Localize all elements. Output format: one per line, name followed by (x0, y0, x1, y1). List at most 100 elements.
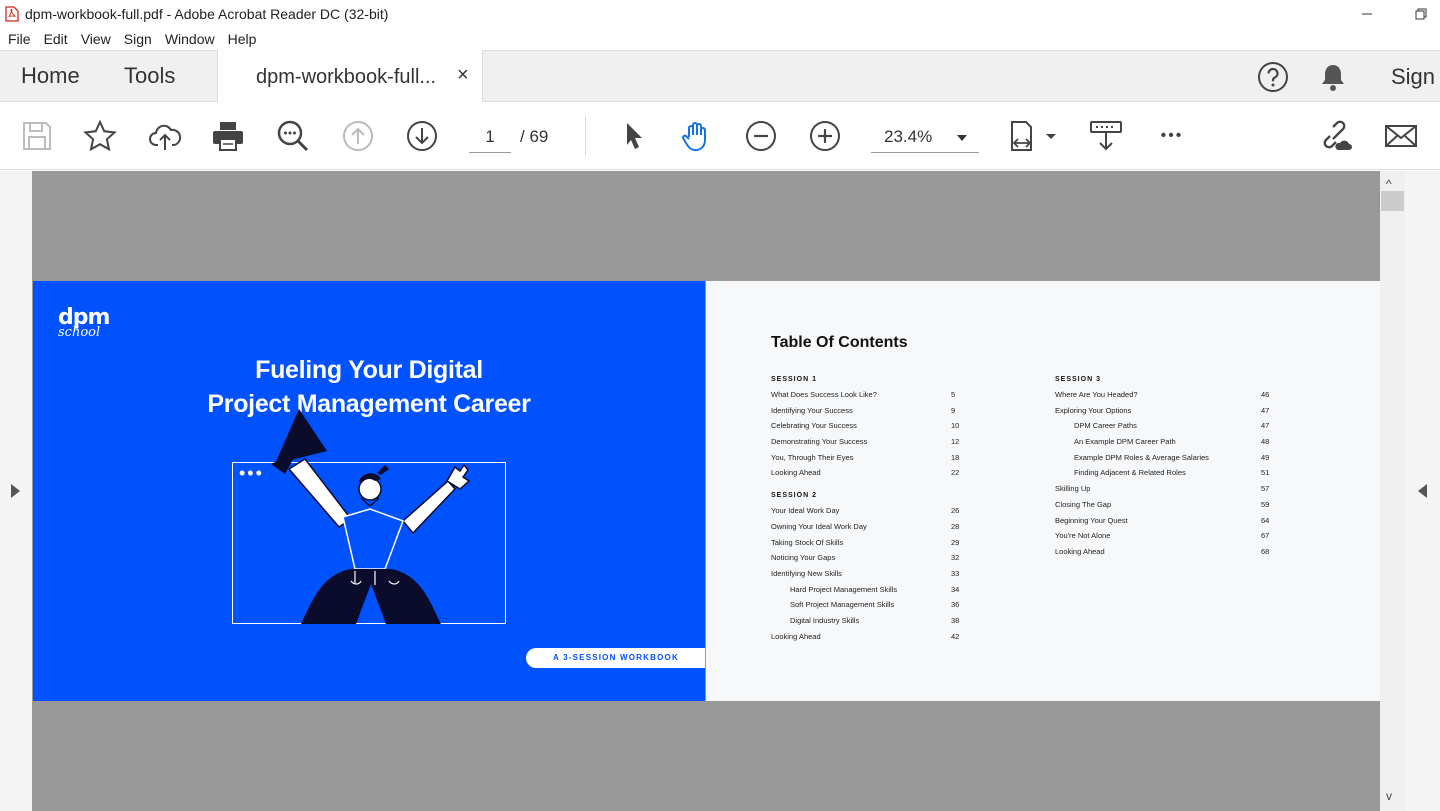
toc-entry-page: 29 (951, 537, 960, 547)
right-pane-toggle[interactable] (1405, 171, 1440, 811)
toc-entry[interactable]: Identifying Your Success 9 (771, 406, 971, 422)
toc-entry[interactable]: Celebrating Your Success 10 (771, 421, 971, 437)
tab-home[interactable]: Home (21, 63, 80, 89)
menu-sign[interactable]: Sign (124, 31, 152, 47)
sign-in-link[interactable]: Sign (1391, 64, 1435, 90)
menu-bar: File Edit View Sign Window Help (0, 28, 1440, 50)
arrow-down-icon (407, 121, 437, 151)
toc-entry[interactable]: Owning Your Ideal Work Day 28 (771, 522, 971, 538)
menu-help[interactable]: Help (228, 31, 257, 47)
restore-button[interactable] (1398, 0, 1440, 28)
toc-entry-title: Where Are You Headed? (1055, 390, 1138, 399)
page-number-input[interactable]: 1 (469, 125, 511, 153)
menu-view[interactable]: View (81, 31, 111, 47)
minimize-button[interactable] (1344, 0, 1390, 28)
menu-window[interactable]: Window (165, 31, 215, 47)
save-button[interactable] (19, 118, 55, 154)
toc-entry[interactable]: Closing The Gap 59 (1055, 500, 1285, 516)
upload-button[interactable] (147, 118, 183, 154)
scrollbar-thumb[interactable] (1381, 191, 1404, 211)
toc-entry[interactable]: Example DPM Roles & Average Salaries 49 (1055, 453, 1285, 469)
toc-entry[interactable]: Hard Project Management Skills 34 (771, 585, 971, 601)
vertical-scrollbar[interactable]: ^ v (1380, 171, 1405, 811)
toc-entry[interactable]: Where Are You Headed? 46 (1055, 390, 1285, 406)
bookmark-button[interactable] (82, 118, 118, 154)
minimize-icon (1362, 13, 1372, 15)
toc-entry[interactable]: You, Through Their Eyes 18 (771, 453, 971, 469)
toc-entry[interactable]: Digital Industry Skills 38 (771, 616, 971, 632)
zoom-select[interactable]: 23.4% (871, 125, 979, 153)
zoom-in-button[interactable] (807, 118, 843, 154)
pdf-file-icon (5, 6, 19, 22)
toc-entry-page: 42 (951, 631, 960, 641)
menu-file[interactable]: File (8, 31, 31, 47)
scroll-up-button[interactable]: ^ (1386, 177, 1392, 191)
toc-entry[interactable]: Beginning Your Quest 64 (1055, 516, 1285, 532)
toc-entry[interactable]: What Does Success Look Like? 5 (771, 390, 971, 406)
toc-entry-page: 46 (1261, 390, 1270, 399)
chevron-down-icon (957, 135, 967, 141)
toc-entry[interactable]: Skilling Up 57 (1055, 484, 1285, 500)
toc-entry-title: Looking Ahead (1055, 546, 1105, 556)
tab-tools[interactable]: Tools (124, 63, 175, 89)
previous-page-button[interactable] (340, 118, 376, 154)
toc-entry[interactable]: An Example DPM Career Path 48 (1055, 437, 1285, 453)
tab-bar: Home Tools dpm-workbook-full... × Sign (0, 50, 1440, 103)
toc-entry-page: 38 (951, 615, 960, 625)
toc-entry-title: Beginning Your Quest (1055, 515, 1128, 525)
toc-entry[interactable]: Taking Stock Of Skills 29 (771, 538, 971, 554)
next-page-button[interactable] (404, 118, 440, 154)
toc-entry[interactable]: DPM Career Paths 47 (1055, 421, 1285, 437)
zoom-out-button[interactable] (743, 118, 779, 154)
frame-dots: ••• (239, 463, 264, 483)
tab-document[interactable]: dpm-workbook-full... × (217, 50, 483, 103)
menu-edit[interactable]: Edit (44, 31, 68, 47)
close-tab-button[interactable]: × (457, 64, 469, 87)
cursor-icon (627, 123, 642, 149)
toc-entry[interactable]: Your Ideal Work Day 26 (771, 506, 971, 522)
toc-entry[interactable]: Looking Ahead 68 (1055, 547, 1285, 563)
toc-entry-page: 26 (951, 506, 960, 516)
restore-icon (1415, 8, 1427, 20)
toc-entry[interactable]: Demonstrating Your Success 12 (771, 437, 971, 453)
find-button[interactable] (275, 118, 311, 154)
arrow-up-icon (343, 121, 373, 151)
toc-entry-title: Digital Industry Skills (790, 615, 860, 625)
page-fit-button[interactable] (1006, 118, 1058, 154)
toc-entry-page: 28 (951, 521, 960, 531)
more-tools-button[interactable]: ••• (1154, 118, 1190, 154)
toc-entry-page: 9 (951, 405, 956, 415)
expand-left-pane-icon (11, 484, 20, 498)
cloud-upload-icon (149, 124, 182, 150)
left-pane-toggle[interactable] (0, 171, 32, 811)
toc-entry-title: Soft Project Management Skills (790, 600, 895, 610)
toc-heading: Table Of Contents (771, 334, 908, 351)
help-icon[interactable] (1257, 61, 1289, 93)
toc-entry-title: Looking Ahead (771, 631, 821, 641)
toc-entry[interactable]: Finding Adjacent & Related Roles 51 (1055, 468, 1285, 484)
select-tool-button[interactable] (616, 118, 652, 154)
toc-entry[interactable]: You're Not Alone 67 (1055, 531, 1285, 547)
toc-entry-page: 18 (951, 452, 960, 462)
page-total: / 69 (520, 127, 549, 146)
toc-entry[interactable]: Exploring Your Options 47 (1055, 406, 1285, 422)
toc-entry-title: DPM Career Paths (1074, 421, 1137, 431)
toc-entry-title: Closing The Gap (1055, 499, 1112, 509)
print-button[interactable] (210, 118, 246, 154)
share-link-icon (1323, 120, 1352, 150)
hand-tool-button[interactable] (679, 118, 715, 154)
search-icon (277, 120, 309, 152)
email-button[interactable] (1383, 118, 1419, 154)
toc-entry[interactable]: Identifying New Skills 33 (771, 569, 971, 585)
share-link-button[interactable] (1318, 118, 1354, 154)
toc-entry[interactable]: Soft Project Management Skills 36 (771, 600, 971, 616)
toc-entry-title: Hard Project Management Skills (790, 584, 898, 594)
printer-icon (213, 122, 243, 151)
toc-entry[interactable]: Looking Ahead 22 (771, 468, 971, 484)
scroll-mode-button[interactable] (1088, 118, 1124, 154)
toc-entry[interactable]: Looking Ahead 42 (771, 632, 971, 648)
scroll-down-button[interactable]: v (1386, 789, 1392, 803)
toc-entry-title: Demonstrating Your Success (771, 437, 868, 447)
toc-entry[interactable]: Noticing Your Gaps 32 (771, 553, 971, 569)
bell-icon[interactable] (1319, 61, 1347, 93)
